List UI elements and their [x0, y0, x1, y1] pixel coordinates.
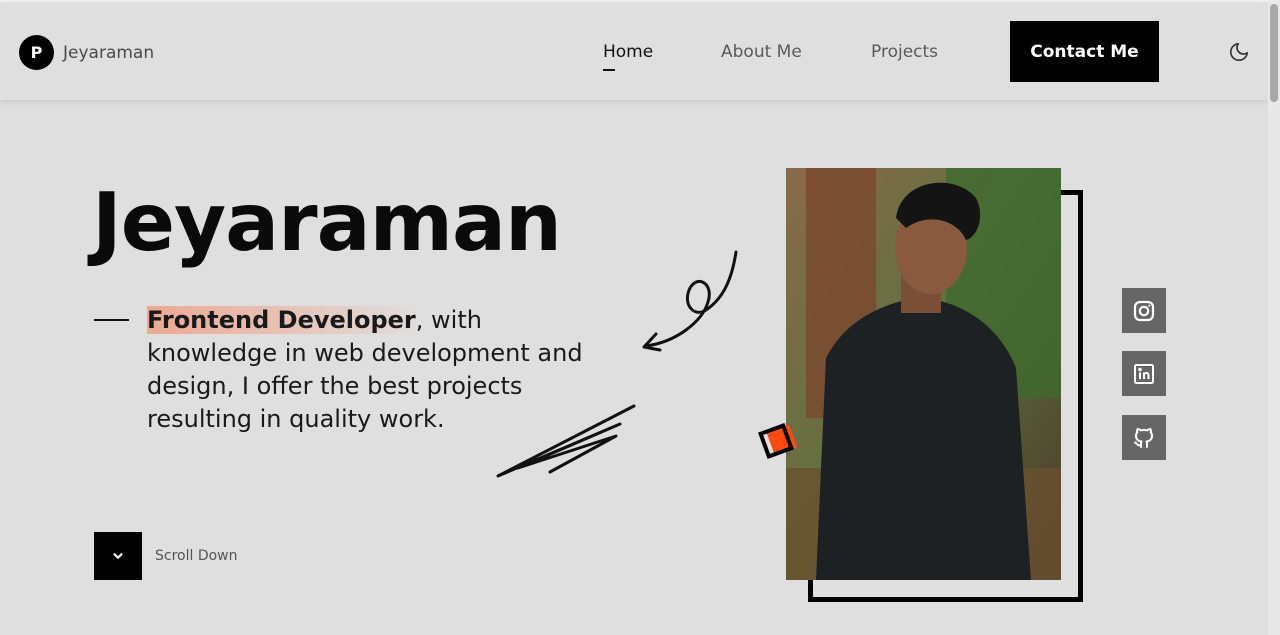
tagline-highlight: Frontend Developer: [147, 306, 416, 334]
chevron-down-icon: [113, 553, 123, 559]
profile-photo: [786, 168, 1061, 580]
instagram-button[interactable]: [1122, 288, 1166, 333]
nav-home[interactable]: Home: [603, 42, 653, 62]
linkedin-icon: [1134, 363, 1154, 384]
scrollbar[interactable]: [1268, 0, 1280, 635]
linkedin-button[interactable]: [1122, 351, 1166, 396]
instagram-icon: [1133, 300, 1155, 321]
scrollbar-thumb[interactable]: [1270, 4, 1278, 102]
logo[interactable]: P Jeyaraman: [19, 35, 154, 70]
nav-projects[interactable]: Projects: [871, 42, 938, 62]
curly-arrow-doodle: [642, 250, 738, 352]
page: P Jeyaraman Home About Me Projects Conta…: [0, 0, 1280, 635]
nav-active-indicator: [603, 69, 615, 71]
moon-icon[interactable]: [1228, 41, 1250, 63]
scribble-doodle: [496, 404, 636, 478]
nav-about-me[interactable]: About Me: [721, 42, 802, 62]
logo-name: Jeyaraman: [63, 42, 155, 63]
hero-name: Jeyaraman: [92, 176, 562, 269]
github-icon: [1134, 427, 1153, 448]
logo-badge: P: [19, 35, 54, 70]
github-button[interactable]: [1122, 415, 1166, 460]
scroll-down-label: Scroll Down: [155, 548, 238, 564]
scroll-down-button[interactable]: [94, 532, 142, 580]
tagline-dash: [94, 319, 129, 321]
contact-me-button[interactable]: Contact Me: [1010, 21, 1159, 82]
site-header: P Jeyaraman Home About Me Projects Conta…: [0, 2, 1268, 100]
